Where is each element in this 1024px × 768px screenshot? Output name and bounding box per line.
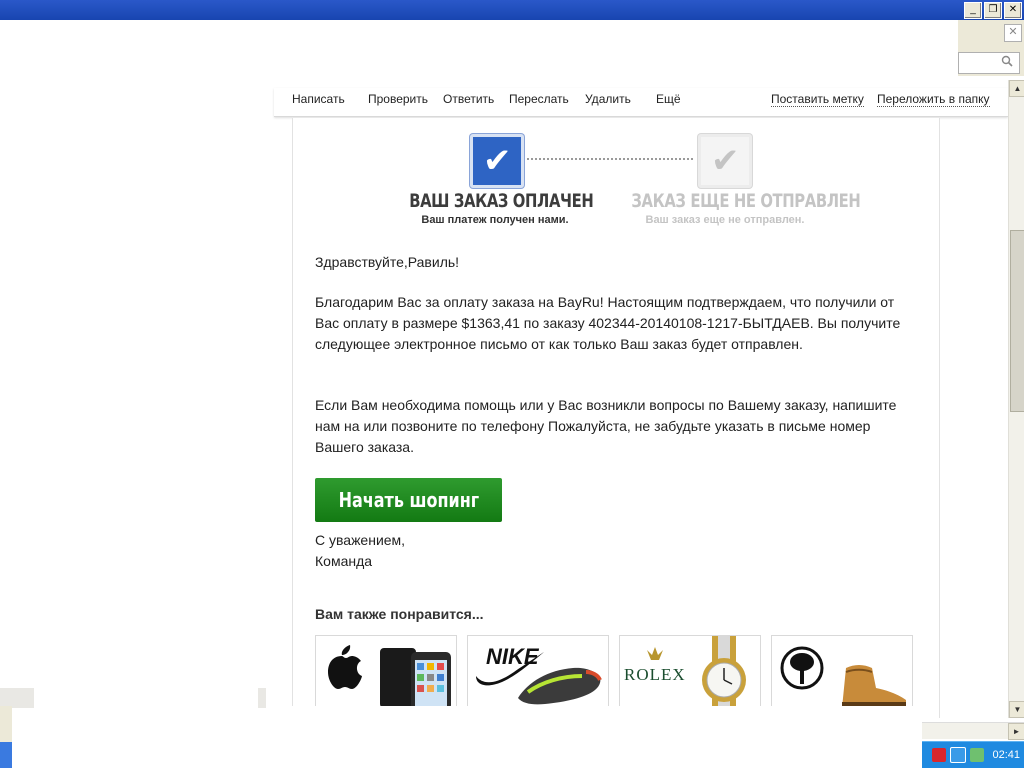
tree-icon (780, 646, 906, 708)
tab-close-button[interactable]: ✕ (1004, 24, 1022, 42)
product-tile-nike[interactable]: NIKE (467, 635, 609, 709)
volume-icon[interactable] (970, 748, 985, 762)
browser-search-input[interactable] (958, 52, 1020, 74)
antivirus-icon[interactable] (932, 748, 947, 762)
svg-text:ROLEX: ROLEX (624, 665, 686, 684)
system-tray: 02:41 (922, 741, 1024, 768)
window-frame-edge (0, 706, 12, 742)
start-shopping-label: Начать шопинг (338, 488, 479, 512)
window-controls: _ ❐ ✕ (964, 2, 1022, 19)
taskbar-start[interactable] (0, 742, 12, 768)
mail-toolbar: Написать Проверить Ответить Переслать Уд… (274, 88, 1008, 117)
maximize-button[interactable]: ❐ (984, 2, 1002, 19)
also-like-heading: Вам также понравится... (315, 606, 484, 622)
network-icon[interactable] (950, 747, 967, 763)
product-tile-apple[interactable] (315, 635, 457, 709)
horizontal-scrollbar[interactable]: ► (922, 722, 1024, 740)
step-subtitle-paid: Ваш платеж получен нами. (421, 214, 569, 226)
start-shopping-button[interactable]: Начать шопинг (315, 478, 502, 522)
reply-button[interactable]: Ответить (443, 92, 494, 106)
step-title-not-shipped: ЗАКАЗ ЕЩЕ НЕ ОТПРАВЛЕН (631, 190, 861, 212)
regards-text: С уважением, (315, 532, 406, 548)
window-frame-edge (0, 688, 34, 708)
step-title-paid: ВАШ ЗАКАЗ ОПЛАЧЕН (409, 190, 594, 212)
scrollbar-thumb[interactable] (1010, 230, 1024, 412)
search-icon[interactable] (1001, 55, 1013, 70)
window-titlebar: _ ❐ ✕ (0, 0, 1024, 20)
forward-button[interactable]: Переслать (509, 92, 569, 106)
nike-swoosh-icon: NIKE (476, 644, 602, 705)
set-label-button[interactable]: Поставить метку (771, 92, 864, 107)
checkbox-checked-icon: ✔ (470, 134, 524, 188)
more-button[interactable]: Ещё (656, 92, 681, 106)
product-tile-timberland[interactable] (771, 635, 913, 709)
window-frame-edge (258, 688, 266, 708)
step-subtitle-not-shipped: Ваш заказ еще не отправлен. (645, 214, 805, 226)
support-paragraph: Если Вам необходима помощь или у Вас воз… (315, 397, 897, 455)
check-mail-button[interactable]: Проверить (368, 92, 428, 106)
delete-button[interactable]: Удалить (585, 92, 631, 106)
close-button[interactable]: ✕ (1004, 2, 1022, 19)
apple-logo-icon (328, 645, 451, 708)
scroll-down-arrow-icon[interactable]: ▼ (1009, 701, 1024, 718)
svg-text:NIKE: NIKE (486, 644, 540, 669)
greeting: Здравствуйте,Равиль! (315, 254, 460, 270)
minimize-button[interactable]: _ (964, 2, 982, 19)
order-status-steps: ✔ ✔ ВАШ ЗАКАЗ ОПЛАЧЕН Ваш платеж получен… (400, 134, 861, 234)
crown-icon: ROLEX (624, 636, 746, 708)
team-text: Команда (315, 553, 373, 569)
scroll-right-arrow-icon[interactable]: ► (1008, 723, 1024, 740)
product-tile-rolex[interactable]: ROLEX (619, 635, 761, 709)
checkbox-unchecked-icon: ✔ (698, 134, 752, 188)
compose-button[interactable]: Написать (292, 92, 345, 106)
desktop-overlay (12, 706, 922, 768)
scroll-up-arrow-icon[interactable]: ▲ (1009, 80, 1024, 97)
move-to-folder-button[interactable]: Переложить в папку (877, 92, 990, 107)
step-connector (527, 158, 693, 160)
payment-confirmation-paragraph: Благодарим Вас за оплату заказа на BayRu… (315, 294, 901, 352)
vertical-scrollbar[interactable]: ▲ ▼ (1008, 80, 1024, 718)
clock[interactable]: 02:41 (992, 749, 1020, 761)
